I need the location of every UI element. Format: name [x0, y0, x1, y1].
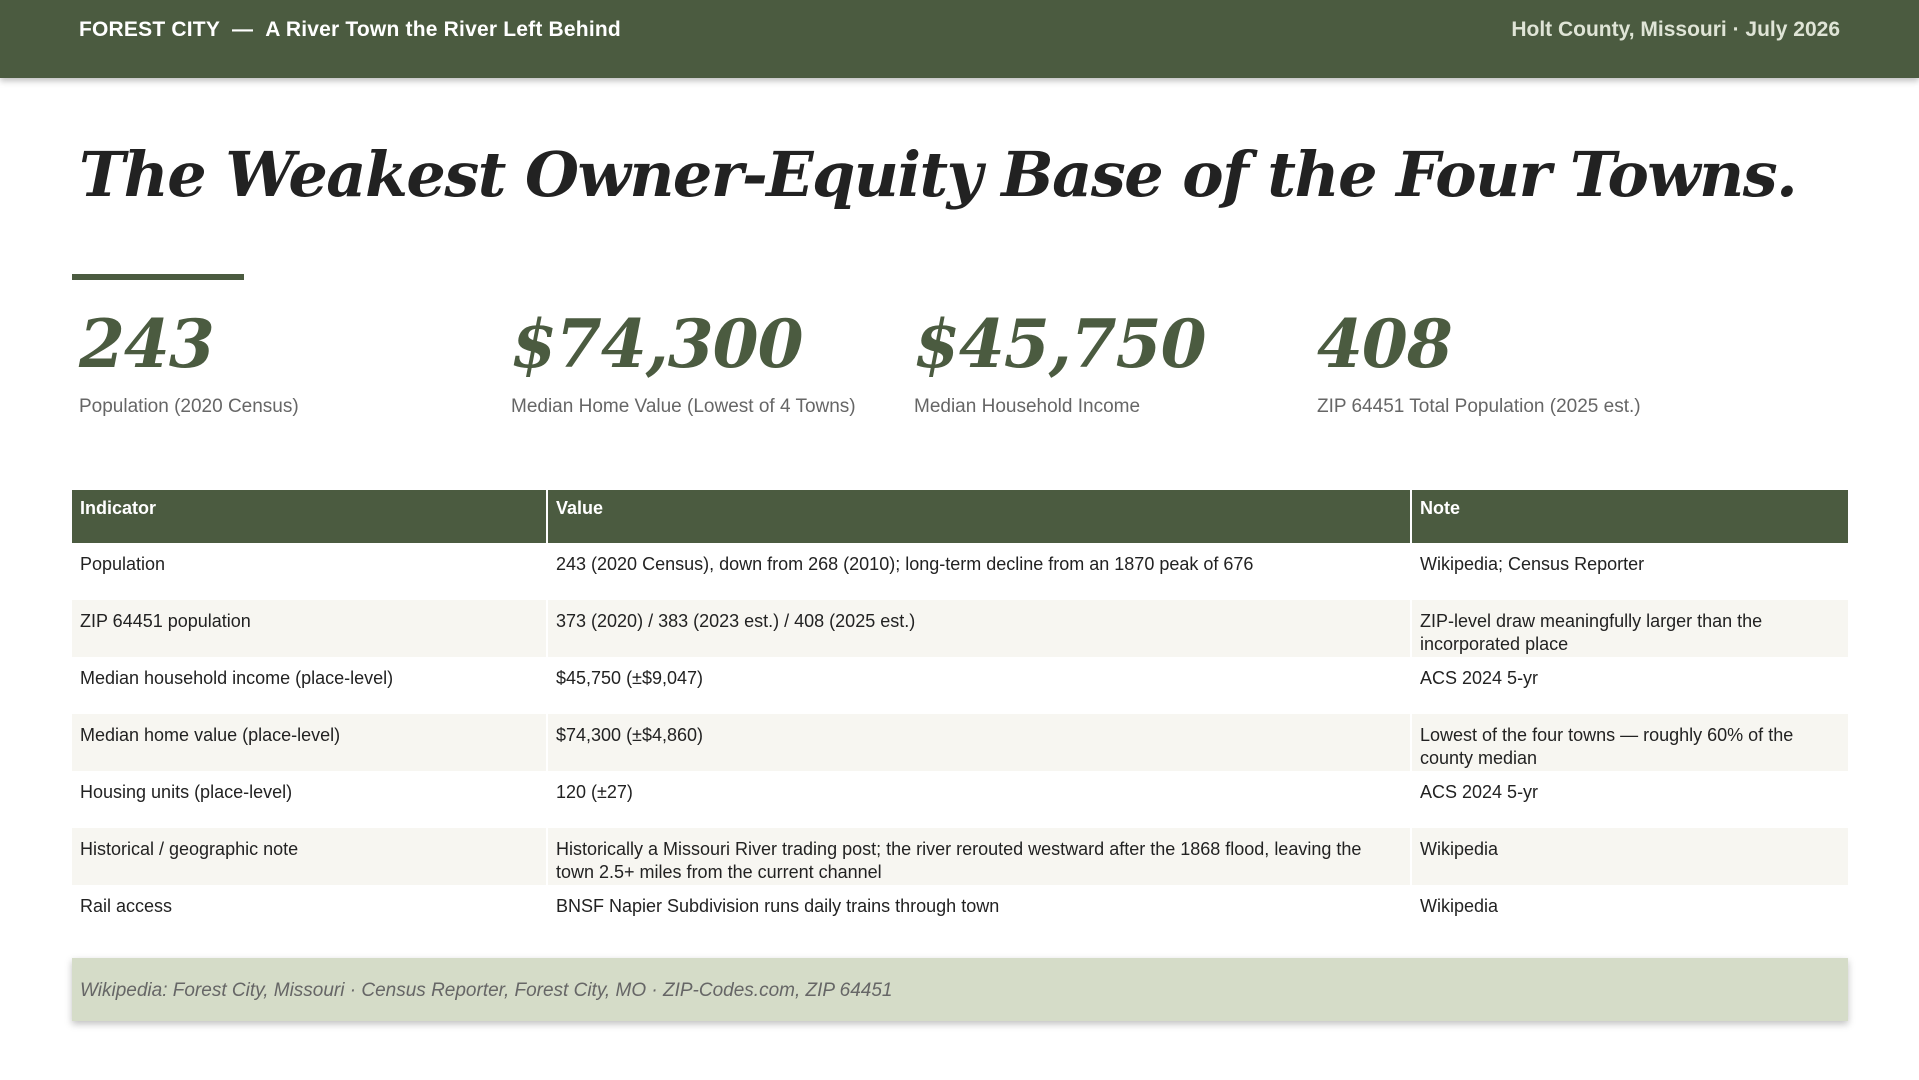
stat-value: 408 [1317, 305, 1453, 383]
stat-value: $45,750 [914, 305, 1207, 383]
table-row: Housing units (place-level) 120 (±27) AC… [72, 771, 1848, 828]
stat-population: 243 Population (2020 Census) [79, 300, 299, 418]
banner-title: FOREST CITY — A River Town the River Left … [79, 18, 621, 42]
location-date: Holt County, Missouri · July 2026 [1511, 18, 1840, 41]
note-cell: ZIP-level draw meaningfully larger than … [1411, 600, 1848, 657]
town-name: FOREST CITY [79, 18, 221, 41]
value-cell: Historically a Missouri River trading po… [547, 828, 1412, 885]
indicator-cell: Median home value (place-level) [72, 714, 548, 771]
stat-label: Median Home Value (Lowest of 4 Towns) [511, 396, 856, 417]
value-cell: 120 (±27) [547, 771, 1412, 828]
column-header-indicator: Indicator [72, 490, 548, 543]
table-row: Historical / geographic note Historicall… [72, 828, 1848, 885]
stat-zip-population: 408 ZIP 64451 Total Population (2025 est… [1317, 300, 1641, 418]
indicator-cell: Population [72, 543, 548, 600]
stat-value: 243 [79, 305, 215, 383]
page-headline: The Weakest Owner-Equity Base of the Fou… [79, 138, 1798, 211]
stat-median-household-income: $45,750 Median Household Income [914, 300, 1207, 418]
indicator-cell: Rail access [72, 885, 548, 942]
indicator-cell: Median household income (place-level) [72, 657, 548, 714]
stat-label: ZIP 64451 Total Population (2025 est.) [1317, 396, 1641, 417]
column-header-value: Value [547, 490, 1412, 543]
town-tagline: A River Town the River Left Behind [265, 18, 621, 41]
stat-label: Population (2020 Census) [79, 396, 299, 417]
note-cell: ACS 2024 5-yr [1420, 782, 1539, 802]
indicator-cell: Historical / geographic note [72, 828, 548, 885]
column-header-note: Note [1411, 490, 1848, 543]
sources-footer: Wikipedia: Forest City, Missouri · Censu… [72, 958, 1848, 1021]
stat-value: $74,300 [511, 305, 804, 383]
indicator-cell: Housing units (place-level) [72, 771, 548, 828]
table-row: Median household income (place-level) $4… [72, 657, 1848, 714]
table-row: ZIP 64451 population 373 (2020) / 383 (2… [72, 600, 1848, 657]
table-row: Rail access BNSF Napier Subdivision runs… [72, 885, 1848, 942]
title-separator: — [232, 18, 254, 41]
table-row: Population 243 (2020 Census), down from … [72, 543, 1848, 600]
top-banner: FOREST CITY — A River Town the River Left … [0, 0, 1919, 78]
note-cell: Wikipedia [1411, 828, 1848, 885]
value-cell: $45,750 (±$9,047) [547, 657, 1412, 714]
note-cell: Lowest of the four towns — roughly 60% o… [1411, 714, 1848, 771]
value-cell: 373 (2020) / 383 (2023 est.) / 408 (2025… [547, 600, 1412, 657]
table-header-row: Indicator Value Note [72, 490, 1848, 543]
indicator-table: Indicator Value Note Population 243 (202… [72, 490, 1848, 942]
stat-label: Median Household Income [914, 396, 1141, 417]
table-row: Median home value (place-level) $74,300 … [72, 714, 1848, 771]
value-cell: BNSF Napier Subdivision runs daily train… [547, 885, 1412, 942]
note-cell: Wikipedia; Census Reporter [1420, 554, 1645, 574]
sources-text: Wikipedia: Forest City, Missouri · Censu… [80, 980, 893, 1001]
accent-rule [72, 274, 244, 280]
note-cell: Wikipedia [1420, 896, 1499, 916]
stat-median-home-value: $74,300 Median Home Value (Lowest of 4 T… [511, 300, 856, 418]
indicator-cell: ZIP 64451 population [72, 600, 548, 657]
value-cell: 243 (2020 Census), down from 268 (2010);… [547, 543, 1412, 600]
value-cell: $74,300 (±$4,860) [547, 714, 1412, 771]
note-cell: ACS 2024 5-yr [1420, 668, 1539, 688]
